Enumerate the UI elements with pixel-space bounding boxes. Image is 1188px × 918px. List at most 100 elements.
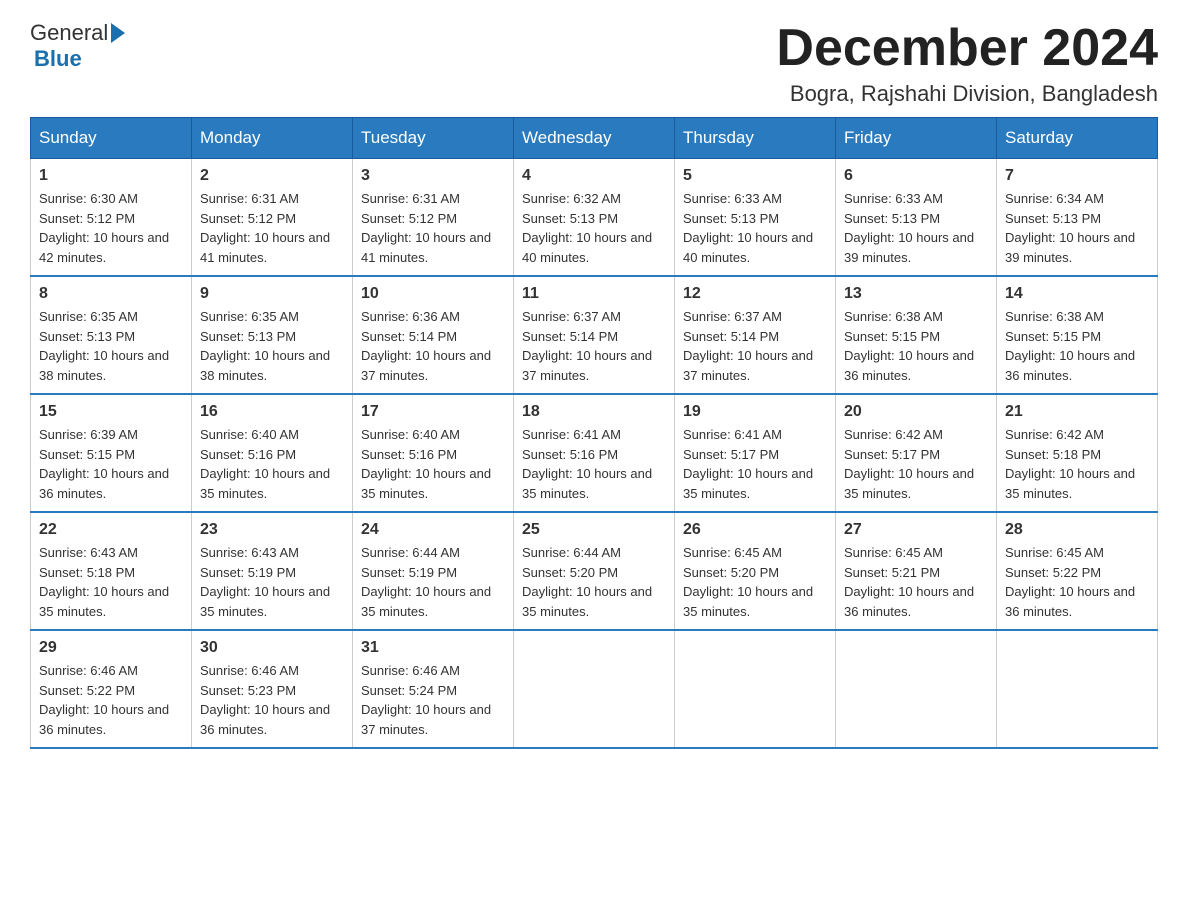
sunrise-label: Sunrise: 6:34 AM bbox=[1005, 191, 1104, 206]
day-info: Sunrise: 6:37 AM Sunset: 5:14 PM Dayligh… bbox=[683, 307, 827, 385]
calendar-table: SundayMondayTuesdayWednesdayThursdayFrid… bbox=[30, 117, 1158, 749]
day-number: 3 bbox=[361, 167, 505, 185]
logo-text-general: General bbox=[30, 20, 108, 46]
sunset-label: Sunset: 5:18 PM bbox=[1005, 447, 1101, 462]
calendar-cell: 3 Sunrise: 6:31 AM Sunset: 5:12 PM Dayli… bbox=[353, 159, 514, 277]
calendar-cell: 21 Sunrise: 6:42 AM Sunset: 5:18 PM Dayl… bbox=[997, 394, 1158, 512]
daylight-label: Daylight: 10 hours and 35 minutes. bbox=[361, 584, 491, 619]
sunset-label: Sunset: 5:16 PM bbox=[522, 447, 618, 462]
day-number: 8 bbox=[39, 285, 183, 303]
sunset-label: Sunset: 5:16 PM bbox=[200, 447, 296, 462]
daylight-label: Daylight: 10 hours and 35 minutes. bbox=[361, 466, 491, 501]
calendar-cell: 18 Sunrise: 6:41 AM Sunset: 5:16 PM Dayl… bbox=[514, 394, 675, 512]
calendar-cell bbox=[836, 630, 997, 748]
calendar-cell: 27 Sunrise: 6:45 AM Sunset: 5:21 PM Dayl… bbox=[836, 512, 997, 630]
calendar-week-row: 8 Sunrise: 6:35 AM Sunset: 5:13 PM Dayli… bbox=[31, 276, 1158, 394]
day-header-friday: Friday bbox=[836, 118, 997, 159]
day-info: Sunrise: 6:34 AM Sunset: 5:13 PM Dayligh… bbox=[1005, 189, 1149, 267]
daylight-label: Daylight: 10 hours and 37 minutes. bbox=[361, 348, 491, 383]
sunrise-label: Sunrise: 6:38 AM bbox=[1005, 309, 1104, 324]
sunrise-label: Sunrise: 6:37 AM bbox=[683, 309, 782, 324]
sunrise-label: Sunrise: 6:32 AM bbox=[522, 191, 621, 206]
sunset-label: Sunset: 5:17 PM bbox=[683, 447, 779, 462]
daylight-label: Daylight: 10 hours and 42 minutes. bbox=[39, 230, 169, 265]
daylight-label: Daylight: 10 hours and 36 minutes. bbox=[844, 584, 974, 619]
calendar-cell: 31 Sunrise: 6:46 AM Sunset: 5:24 PM Dayl… bbox=[353, 630, 514, 748]
day-info: Sunrise: 6:41 AM Sunset: 5:17 PM Dayligh… bbox=[683, 425, 827, 503]
sunset-label: Sunset: 5:13 PM bbox=[1005, 211, 1101, 226]
daylight-label: Daylight: 10 hours and 37 minutes. bbox=[522, 348, 652, 383]
calendar-cell: 14 Sunrise: 6:38 AM Sunset: 5:15 PM Dayl… bbox=[997, 276, 1158, 394]
day-number: 16 bbox=[200, 403, 344, 421]
day-number: 7 bbox=[1005, 167, 1149, 185]
sunset-label: Sunset: 5:20 PM bbox=[683, 565, 779, 580]
calendar-cell: 16 Sunrise: 6:40 AM Sunset: 5:16 PM Dayl… bbox=[192, 394, 353, 512]
day-header-tuesday: Tuesday bbox=[353, 118, 514, 159]
calendar-week-row: 22 Sunrise: 6:43 AM Sunset: 5:18 PM Dayl… bbox=[31, 512, 1158, 630]
day-info: Sunrise: 6:46 AM Sunset: 5:22 PM Dayligh… bbox=[39, 661, 183, 739]
daylight-label: Daylight: 10 hours and 36 minutes. bbox=[39, 702, 169, 737]
daylight-label: Daylight: 10 hours and 35 minutes. bbox=[1005, 466, 1135, 501]
day-info: Sunrise: 6:31 AM Sunset: 5:12 PM Dayligh… bbox=[200, 189, 344, 267]
sunrise-label: Sunrise: 6:35 AM bbox=[200, 309, 299, 324]
daylight-label: Daylight: 10 hours and 40 minutes. bbox=[683, 230, 813, 265]
daylight-label: Daylight: 10 hours and 36 minutes. bbox=[1005, 348, 1135, 383]
sunset-label: Sunset: 5:24 PM bbox=[361, 683, 457, 698]
day-info: Sunrise: 6:31 AM Sunset: 5:12 PM Dayligh… bbox=[361, 189, 505, 267]
sunset-label: Sunset: 5:15 PM bbox=[39, 447, 135, 462]
sunset-label: Sunset: 5:18 PM bbox=[39, 565, 135, 580]
day-header-monday: Monday bbox=[192, 118, 353, 159]
day-number: 26 bbox=[683, 521, 827, 539]
location-subtitle: Bogra, Rajshahi Division, Bangladesh bbox=[776, 81, 1158, 107]
day-number: 13 bbox=[844, 285, 988, 303]
sunset-label: Sunset: 5:13 PM bbox=[39, 329, 135, 344]
logo: General Blue bbox=[30, 20, 127, 72]
sunrise-label: Sunrise: 6:37 AM bbox=[522, 309, 621, 324]
day-info: Sunrise: 6:46 AM Sunset: 5:24 PM Dayligh… bbox=[361, 661, 505, 739]
title-block: December 2024 Bogra, Rajshahi Division, … bbox=[776, 20, 1158, 107]
daylight-label: Daylight: 10 hours and 37 minutes. bbox=[361, 702, 491, 737]
sunset-label: Sunset: 5:15 PM bbox=[844, 329, 940, 344]
day-info: Sunrise: 6:41 AM Sunset: 5:16 PM Dayligh… bbox=[522, 425, 666, 503]
day-info: Sunrise: 6:46 AM Sunset: 5:23 PM Dayligh… bbox=[200, 661, 344, 739]
sunset-label: Sunset: 5:13 PM bbox=[683, 211, 779, 226]
calendar-week-row: 15 Sunrise: 6:39 AM Sunset: 5:15 PM Dayl… bbox=[31, 394, 1158, 512]
sunrise-label: Sunrise: 6:43 AM bbox=[39, 545, 138, 560]
day-info: Sunrise: 6:40 AM Sunset: 5:16 PM Dayligh… bbox=[361, 425, 505, 503]
day-number: 9 bbox=[200, 285, 344, 303]
day-header-saturday: Saturday bbox=[997, 118, 1158, 159]
day-number: 23 bbox=[200, 521, 344, 539]
sunset-label: Sunset: 5:23 PM bbox=[200, 683, 296, 698]
daylight-label: Daylight: 10 hours and 36 minutes. bbox=[39, 466, 169, 501]
day-number: 20 bbox=[844, 403, 988, 421]
day-number: 14 bbox=[1005, 285, 1149, 303]
day-info: Sunrise: 6:45 AM Sunset: 5:21 PM Dayligh… bbox=[844, 543, 988, 621]
sunrise-label: Sunrise: 6:42 AM bbox=[844, 427, 943, 442]
daylight-label: Daylight: 10 hours and 40 minutes. bbox=[522, 230, 652, 265]
calendar-cell bbox=[514, 630, 675, 748]
calendar-cell: 1 Sunrise: 6:30 AM Sunset: 5:12 PM Dayli… bbox=[31, 159, 192, 277]
day-number: 19 bbox=[683, 403, 827, 421]
calendar-cell: 17 Sunrise: 6:40 AM Sunset: 5:16 PM Dayl… bbox=[353, 394, 514, 512]
calendar-cell: 25 Sunrise: 6:44 AM Sunset: 5:20 PM Dayl… bbox=[514, 512, 675, 630]
calendar-cell: 12 Sunrise: 6:37 AM Sunset: 5:14 PM Dayl… bbox=[675, 276, 836, 394]
sunset-label: Sunset: 5:15 PM bbox=[1005, 329, 1101, 344]
sunset-label: Sunset: 5:12 PM bbox=[361, 211, 457, 226]
day-number: 15 bbox=[39, 403, 183, 421]
sunrise-label: Sunrise: 6:31 AM bbox=[200, 191, 299, 206]
day-info: Sunrise: 6:40 AM Sunset: 5:16 PM Dayligh… bbox=[200, 425, 344, 503]
day-info: Sunrise: 6:43 AM Sunset: 5:18 PM Dayligh… bbox=[39, 543, 183, 621]
sunset-label: Sunset: 5:14 PM bbox=[522, 329, 618, 344]
calendar-cell: 29 Sunrise: 6:46 AM Sunset: 5:22 PM Dayl… bbox=[31, 630, 192, 748]
calendar-week-row: 1 Sunrise: 6:30 AM Sunset: 5:12 PM Dayli… bbox=[31, 159, 1158, 277]
day-info: Sunrise: 6:32 AM Sunset: 5:13 PM Dayligh… bbox=[522, 189, 666, 267]
sunset-label: Sunset: 5:12 PM bbox=[200, 211, 296, 226]
sunset-label: Sunset: 5:17 PM bbox=[844, 447, 940, 462]
sunrise-label: Sunrise: 6:33 AM bbox=[844, 191, 943, 206]
day-number: 10 bbox=[361, 285, 505, 303]
sunrise-label: Sunrise: 6:41 AM bbox=[683, 427, 782, 442]
daylight-label: Daylight: 10 hours and 39 minutes. bbox=[844, 230, 974, 265]
day-info: Sunrise: 6:35 AM Sunset: 5:13 PM Dayligh… bbox=[39, 307, 183, 385]
day-info: Sunrise: 6:43 AM Sunset: 5:19 PM Dayligh… bbox=[200, 543, 344, 621]
calendar-cell: 10 Sunrise: 6:36 AM Sunset: 5:14 PM Dayl… bbox=[353, 276, 514, 394]
